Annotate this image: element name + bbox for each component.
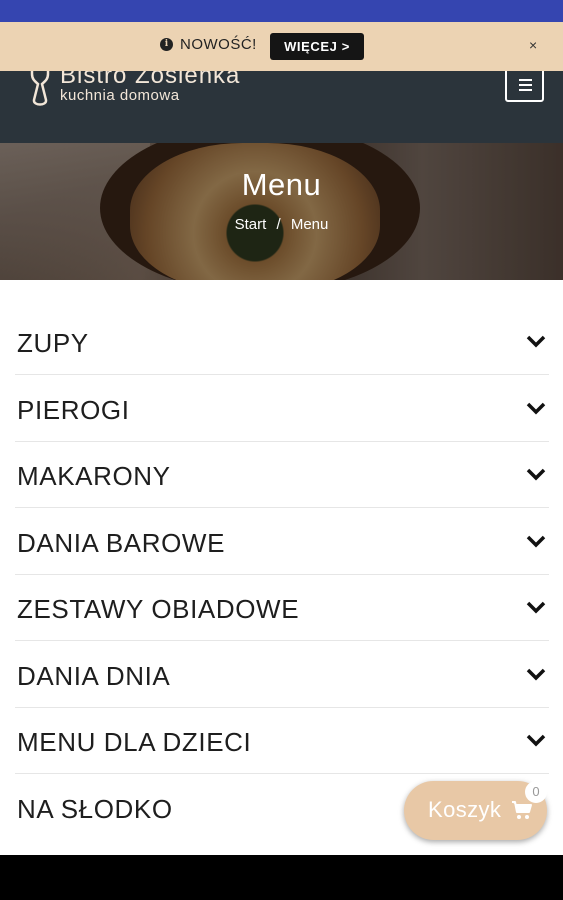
menu-category-list: ZUPY PIEROGI MAKARONY DANIA BAROWE ZESTA… [0,280,563,855]
menu-category-label: MENU DLA DZIECI [17,727,252,757]
menu-category-label: NA SŁODKO [17,794,173,824]
menu-category-label: ZESTAWY OBIADOWE [17,594,300,624]
menu-category-zestawy-obiadowe[interactable]: ZESTAWY OBIADOWE [15,575,549,641]
hamburger-icon [519,79,532,81]
cart-count-badge: 0 [525,781,547,803]
shopping-cart-icon [512,801,532,819]
page-title: Menu [241,167,322,202]
menu-category-label: DANIA BAROWE [17,528,226,558]
breadcrumb: Start / Menu [0,216,563,233]
chevron-down-icon [526,601,546,614]
hamburger-icon [519,89,532,91]
menu-category-menu-dla-dzieci[interactable]: MENU DLA DZIECI [15,708,549,774]
chevron-down-icon [526,468,546,481]
chevron-down-icon [526,335,546,348]
menu-category-label: MAKARONY [17,461,171,491]
hero-banner: Menu Start / Menu [0,143,563,280]
menu-category-pierogi[interactable]: PIEROGI [15,376,549,442]
menu-category-zupy[interactable]: ZUPY [15,309,549,375]
more-button[interactable]: WIĘCEJ > [270,33,364,60]
menu-category-label: ZUPY [17,328,89,358]
info-icon: i [160,38,173,51]
chevron-down-icon [526,535,546,548]
menu-category-label: DANIA DNIA [17,661,171,691]
menu-category-label: PIEROGI [17,395,130,425]
notice-bar: i NOWOŚĆ! WIĘCEJ > × [0,22,563,71]
menu-category-dania-dnia[interactable]: DANIA DNIA [15,642,549,708]
chevron-down-icon [526,734,546,747]
chevron-down-icon [526,402,546,415]
cart-label: Koszyk [428,797,502,822]
close-icon[interactable]: × [529,37,537,53]
logo-tagline: kuchnia domowa [60,87,180,104]
hero-overlay [0,143,563,280]
chevron-down-icon [526,668,546,681]
menu-category-dania-barowe[interactable]: DANIA BAROWE [15,509,549,575]
bottom-bar [0,855,563,900]
breadcrumb-separator: / [276,216,281,233]
hamburger-menu-button[interactable] [505,66,544,102]
breadcrumb-home-link[interactable]: Start [235,216,267,233]
notice-text: NOWOŚĆ! [180,36,257,53]
status-bar [0,0,563,22]
menu-category-makarony[interactable]: MAKARONY [15,442,549,508]
breadcrumb-current: Menu [290,216,329,233]
hamburger-icon [519,84,532,86]
